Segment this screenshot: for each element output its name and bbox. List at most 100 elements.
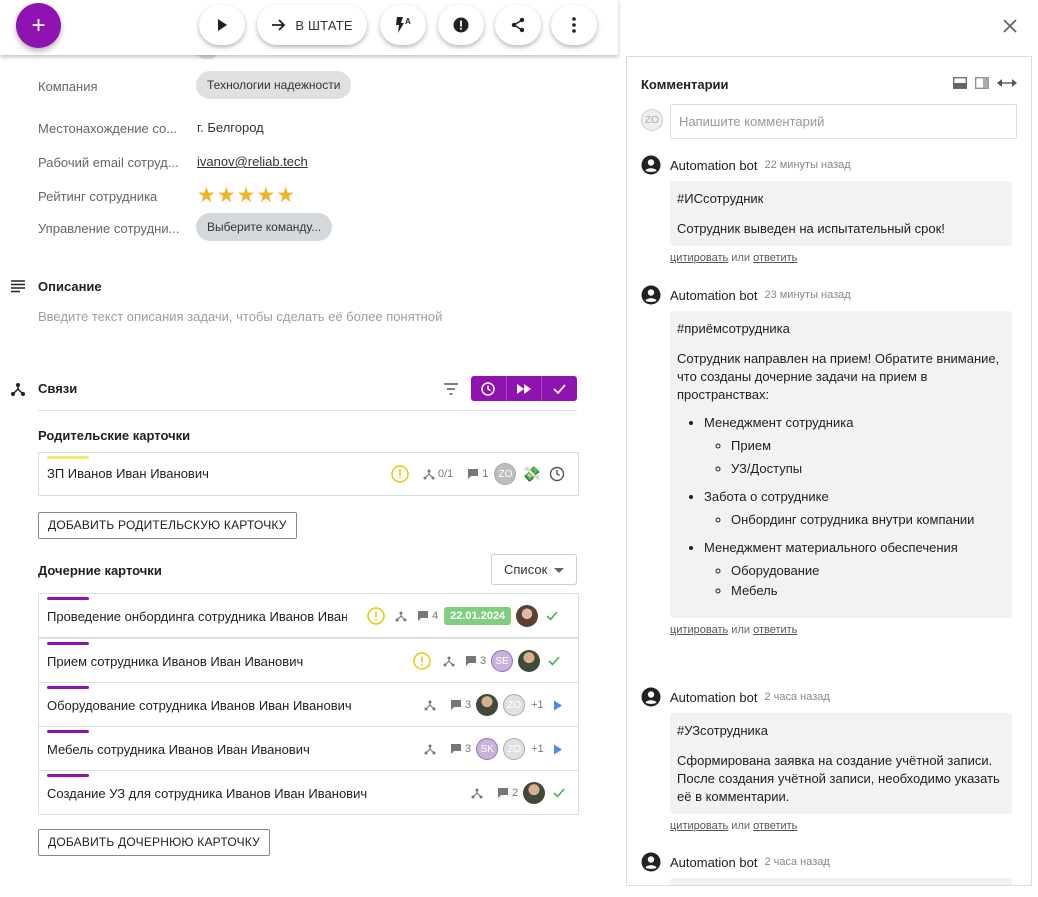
card-meta: 2	[471, 782, 565, 804]
more-button[interactable]	[551, 5, 597, 45]
avatar: ZO	[503, 738, 526, 760]
history-toggle[interactable]	[471, 376, 507, 401]
more-assignees-count: +1	[531, 699, 544, 711]
status-button[interactable]: В ШТАТЕ	[257, 5, 367, 45]
comment-header: Automation bot 22 минуты назад	[641, 154, 1021, 176]
links-icon	[11, 383, 25, 396]
comment-body: #ИСсотрудник Сотрудник выведен на испыта…	[670, 181, 1012, 246]
warning-icon	[413, 652, 431, 670]
links-divider	[38, 410, 577, 411]
account-circle-icon	[641, 155, 661, 175]
comments-panel: Комментарии ZO Напишите комментарий Auto…	[626, 56, 1032, 886]
check-icon	[546, 611, 558, 621]
comment-time: 2 часа назад	[764, 856, 830, 868]
comment-body: #приёмсотрудника Сотрудник направлен на …	[670, 311, 1012, 618]
list-item: Забота о сотруднике Онбординг сотрудника…	[704, 488, 1005, 529]
card-color-bar	[47, 686, 89, 689]
child-card[interactable]: Проведение онбординга сотрудника Иванов …	[38, 593, 579, 638]
dock-right-icon[interactable]	[975, 77, 989, 89]
comment-input[interactable]: Напишите комментарий	[670, 104, 1017, 139]
email-link[interactable]: ivanov@reliab.tech	[197, 154, 308, 169]
money-icon: 💸	[522, 466, 542, 483]
child-card[interactable]: Создание УЗ для сотрудника Иванов Иван И…	[38, 770, 579, 815]
fast-forward-toggle[interactable]	[507, 376, 543, 401]
or-text: или	[731, 252, 751, 264]
reply-link[interactable]: ответить	[753, 820, 797, 832]
clock-icon	[549, 466, 565, 482]
comment: Automation bot 2 часа назад #УЗсотрудник…	[641, 686, 1021, 832]
close-icon[interactable]	[1000, 16, 1020, 36]
links-title: Связи	[38, 381, 78, 396]
dock-bottom-icon[interactable]	[953, 77, 967, 89]
comments-count: 2	[512, 787, 519, 799]
reply-link[interactable]: ответить	[753, 252, 797, 264]
add-button[interactable]: +	[16, 3, 61, 48]
list-item: Мебель	[731, 582, 1005, 600]
comment-icon	[468, 469, 479, 479]
child-card[interactable]: Прием сотрудника Иванов Иван Иванович 3 …	[38, 638, 579, 683]
comments-count: 3	[465, 743, 472, 755]
resize-horizontal-icon[interactable]	[997, 78, 1017, 88]
warning-icon	[391, 465, 409, 483]
comment-header: Automation bot 2 часа назад	[641, 686, 1021, 708]
location-value[interactable]: г. Белгород	[197, 120, 264, 135]
share-icon	[511, 17, 525, 33]
play-button[interactable]	[199, 5, 245, 45]
company-chip[interactable]: Технологии надежности	[196, 71, 352, 99]
card-meta: 3 SE	[413, 650, 560, 672]
description-input[interactable]: Введите текст описания задачи, чтобы сде…	[38, 309, 442, 324]
reply-link[interactable]: ответить	[753, 624, 797, 636]
comment-icon	[498, 788, 508, 798]
subtasks-icon	[443, 656, 455, 667]
avatar	[516, 605, 539, 627]
comment-tag: #ИСсотрудник	[677, 191, 764, 206]
child-card[interactable]: Оборудование сотрудника Иванов Иван Иван…	[38, 682, 579, 727]
subtasks-count: 0/1	[438, 468, 454, 480]
comment-icon	[418, 611, 428, 621]
alert-button[interactable]	[438, 5, 484, 45]
filter-icon[interactable]	[444, 383, 458, 395]
chevron-down-icon	[554, 568, 564, 573]
card-meta: 4 22.01.2024	[367, 605, 558, 627]
or-text: или	[731, 624, 751, 636]
parent-card[interactable]: ЗП Иванов Иван Иванович 0/1 1 ZO 💸	[38, 452, 579, 496]
card-title: Проведение онбординга сотрудника Иванов …	[47, 609, 347, 624]
panel-layout-controls	[953, 77, 1017, 89]
share-button[interactable]	[495, 5, 541, 45]
avatar: SK	[476, 738, 499, 760]
field-label-rating: Рейтинг сотрудника	[38, 189, 158, 204]
view-select[interactable]: Список	[491, 554, 577, 585]
warning-icon	[367, 607, 385, 625]
comments-count: 3	[480, 655, 487, 667]
task-details: Компания Технологии надежности Местонахо…	[0, 41, 618, 897]
field-label-email: Рабочий email сотруд...	[38, 155, 179, 170]
comment-header: Automation bot 2 часа назад	[641, 851, 1021, 873]
clock-icon	[481, 381, 496, 396]
subtasks-icon	[471, 788, 483, 799]
card-color-bar	[47, 456, 89, 459]
or-text: или	[731, 820, 751, 832]
team-select-chip[interactable]: Выберите команду...	[196, 213, 333, 241]
add-child-card-button[interactable]: ДОБАВИТЬ ДОЧЕРНЮЮ КАРТОЧКУ	[38, 829, 270, 856]
comment-text: Сотрудник выведен на испытательный срок!	[677, 221, 945, 236]
quote-link[interactable]: цитировать	[670, 820, 728, 832]
done-toggle[interactable]	[542, 376, 577, 401]
more-assignees-count: +1	[531, 743, 544, 755]
flash-auto-button[interactable]: A	[380, 5, 426, 45]
card-color-bar	[47, 642, 89, 645]
subtasks-icon	[423, 469, 435, 480]
quote-link[interactable]: цитировать	[670, 624, 728, 636]
field-label-location: Местонахождение со...	[38, 121, 178, 136]
comment: Automation bot 22 минуты назад #ИСсотруд…	[641, 154, 1021, 264]
quote-link[interactable]: цитировать	[670, 252, 728, 264]
view-select-value: Список	[504, 562, 548, 577]
comment-actions: цитировать или ответить	[670, 252, 1021, 264]
add-parent-card-button[interactable]: ДОБАВИТЬ РОДИТЕЛЬСКУЮ КАРТОЧКУ	[38, 512, 297, 539]
subtasks-icon	[395, 611, 407, 622]
card-title: Мебель сотрудника Иванов Иван Иванович	[47, 742, 310, 757]
rating-stars[interactable]: ★★★★★	[197, 183, 296, 208]
list-item: Прием	[731, 437, 1005, 455]
child-card[interactable]: Мебель сотрудника Иванов Иван Иванович 3…	[38, 726, 579, 771]
subtasks-icon	[424, 700, 436, 711]
card-meta: 3 ZO +1	[424, 694, 563, 716]
